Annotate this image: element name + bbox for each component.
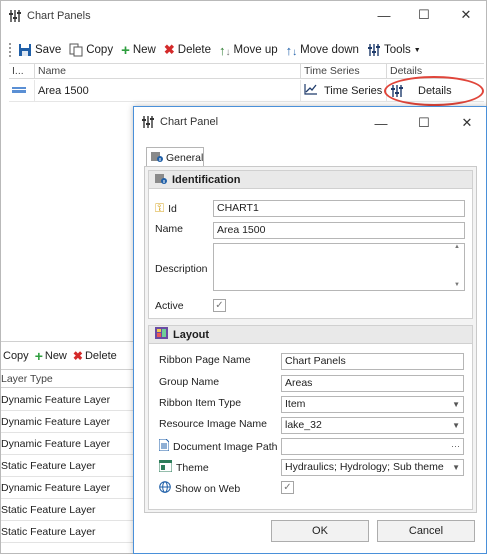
save-button[interactable]: Save (18, 43, 61, 57)
active-checkbox[interactable]: ✓ (213, 299, 226, 312)
identification-header: Identification (149, 171, 472, 189)
chevron-down-icon: ▼ (413, 46, 421, 54)
delete-x-icon: ✖ (163, 42, 175, 57)
layer-row[interactable]: Dynamic Feature Layer (1, 434, 133, 455)
description-field[interactable] (213, 243, 465, 291)
copy-icon (69, 43, 83, 57)
ok-button[interactable]: OK (271, 520, 369, 542)
theme-icon (158, 459, 173, 475)
toolbar: Save Copy + New ✖ Delete ↑↓ Move up ↑↓ M… (1, 37, 486, 63)
group-name-field[interactable]: Areas (281, 375, 464, 392)
description-label: Description (155, 263, 208, 275)
cancel-button[interactable]: Cancel (377, 520, 475, 542)
layer-new-button[interactable]: + New (35, 348, 67, 364)
col-header-name[interactable]: Name (35, 64, 301, 78)
tools-icon (367, 43, 381, 57)
delete-button[interactable]: ✖ Delete (164, 42, 211, 58)
layer-type-header[interactable]: Layer Type (1, 369, 133, 388)
row-name-cell[interactable]: Area 1500 (35, 80, 301, 101)
minimize-button[interactable]: — (369, 1, 399, 29)
document-icon (158, 438, 170, 454)
name-field[interactable]: Area 1500 (213, 222, 465, 239)
move-down-button[interactable]: ↑↓ Move down (286, 43, 359, 58)
new-button[interactable]: + New (121, 42, 156, 59)
app-icon (9, 9, 21, 23)
general-tab-icon (151, 150, 163, 165)
document-image-path-field[interactable]: ··· (281, 438, 464, 455)
layer-row[interactable]: Dynamic Feature Layer (1, 390, 133, 411)
delete-x-icon: ✖ (72, 349, 83, 363)
row-type-icon (12, 85, 26, 97)
layer-row[interactable]: Static Feature Layer (1, 522, 133, 543)
dialog-close-button[interactable]: ✕ (452, 109, 482, 137)
theme-select[interactable]: Hydraulics; Hydrology; Sub theme ▼ (281, 459, 464, 476)
layer-row[interactable]: Dynamic Feature Layer (1, 412, 133, 433)
active-label: Active (155, 300, 184, 312)
window-title: Chart Panels (27, 10, 91, 22)
globe-icon (159, 481, 171, 496)
name-label: Name (155, 223, 184, 235)
show-on-web-checkbox[interactable]: ✓ (281, 481, 294, 494)
maximize-button[interactable]: ☐ (409, 1, 439, 29)
toolbar-grip (9, 43, 12, 57)
chart-panel-dialog: Chart Panel — ☐ ✕ General Identification… (133, 106, 487, 554)
layout-icon (155, 327, 168, 342)
ribbon-item-type-select[interactable]: Item ▼ (281, 396, 464, 413)
ribbon-page-name-field[interactable]: Chart Panels (281, 353, 464, 370)
tab-general[interactable]: General (146, 147, 204, 167)
document-image-path-label: Document Image Path (158, 438, 277, 454)
divider (1, 341, 134, 342)
layer-row[interactable]: Dynamic Feature Layer (1, 478, 133, 499)
group-name-label: Group Name (159, 376, 220, 388)
scroll-up-icon[interactable]: ▲ (454, 244, 460, 250)
id-label: ⚿ Id (155, 201, 177, 215)
line-chart-icon (304, 83, 318, 98)
resource-image-name-label: Resource Image Name (159, 418, 267, 430)
layer-delete-button[interactable]: ✖ Delete (73, 349, 117, 363)
plus-icon: + (121, 41, 130, 59)
save-icon (18, 43, 32, 57)
show-on-web-label: Show on Web (159, 481, 240, 496)
tools-button[interactable]: Tools ▼ (367, 43, 421, 57)
identification-group: Identification ⚿ Id CHART1 Name Area 150… (148, 170, 473, 319)
identification-icon (155, 172, 167, 187)
ribbon-item-type-label: Ribbon Item Type (159, 397, 242, 409)
dialog-title-bar: Chart Panel (142, 115, 218, 129)
move-down-icon: ↑↓ (285, 42, 298, 58)
id-field[interactable]: CHART1 (213, 200, 465, 217)
copy-button[interactable]: Copy (69, 43, 113, 57)
dialog-minimize-button[interactable]: — (366, 109, 396, 137)
highlight-circle (384, 76, 484, 106)
ribbon-page-name-label: Ribbon Page Name (159, 354, 251, 366)
layer-row[interactable]: Static Feature Layer (1, 500, 133, 521)
move-up-icon: ↑↓ (219, 42, 231, 58)
move-up-button[interactable]: ↑↓ Move up (219, 43, 278, 58)
theme-label: Theme (158, 459, 209, 475)
browse-ellipsis-icon[interactable]: ··· (451, 439, 460, 454)
dialog-title: Chart Panel (160, 116, 219, 128)
resource-image-name-select[interactable]: lake_32 ▼ (281, 417, 464, 434)
general-panel: Identification ⚿ Id CHART1 Name Area 150… (144, 166, 477, 513)
row-time-series-cell[interactable]: Time Series (301, 80, 387, 101)
col-header-time-series[interactable]: Time Series (301, 64, 387, 78)
dialog-maximize-button[interactable]: ☐ (409, 109, 439, 137)
chevron-down-icon: ▼ (452, 421, 460, 430)
dialog-app-icon (142, 115, 154, 129)
layer-copy-button[interactable]: Copy (3, 350, 29, 362)
close-button[interactable]: ✕ (451, 1, 481, 29)
chevron-down-icon: ▼ (452, 400, 460, 409)
chevron-down-icon: ▼ (452, 463, 460, 472)
col-header-index[interactable]: I... (9, 64, 35, 78)
scroll-down-icon[interactable]: ▼ (454, 282, 460, 288)
layer-row[interactable]: Static Feature Layer (1, 456, 133, 477)
plus-icon: + (34, 348, 43, 364)
layout-group: Layout Ribbon Page Name Chart Panels Gro… (148, 325, 473, 510)
layer-toolbar: Copy + New ✖ Delete (1, 347, 134, 365)
layout-header: Layout (149, 326, 472, 344)
key-icon: ⚿ (155, 201, 165, 215)
